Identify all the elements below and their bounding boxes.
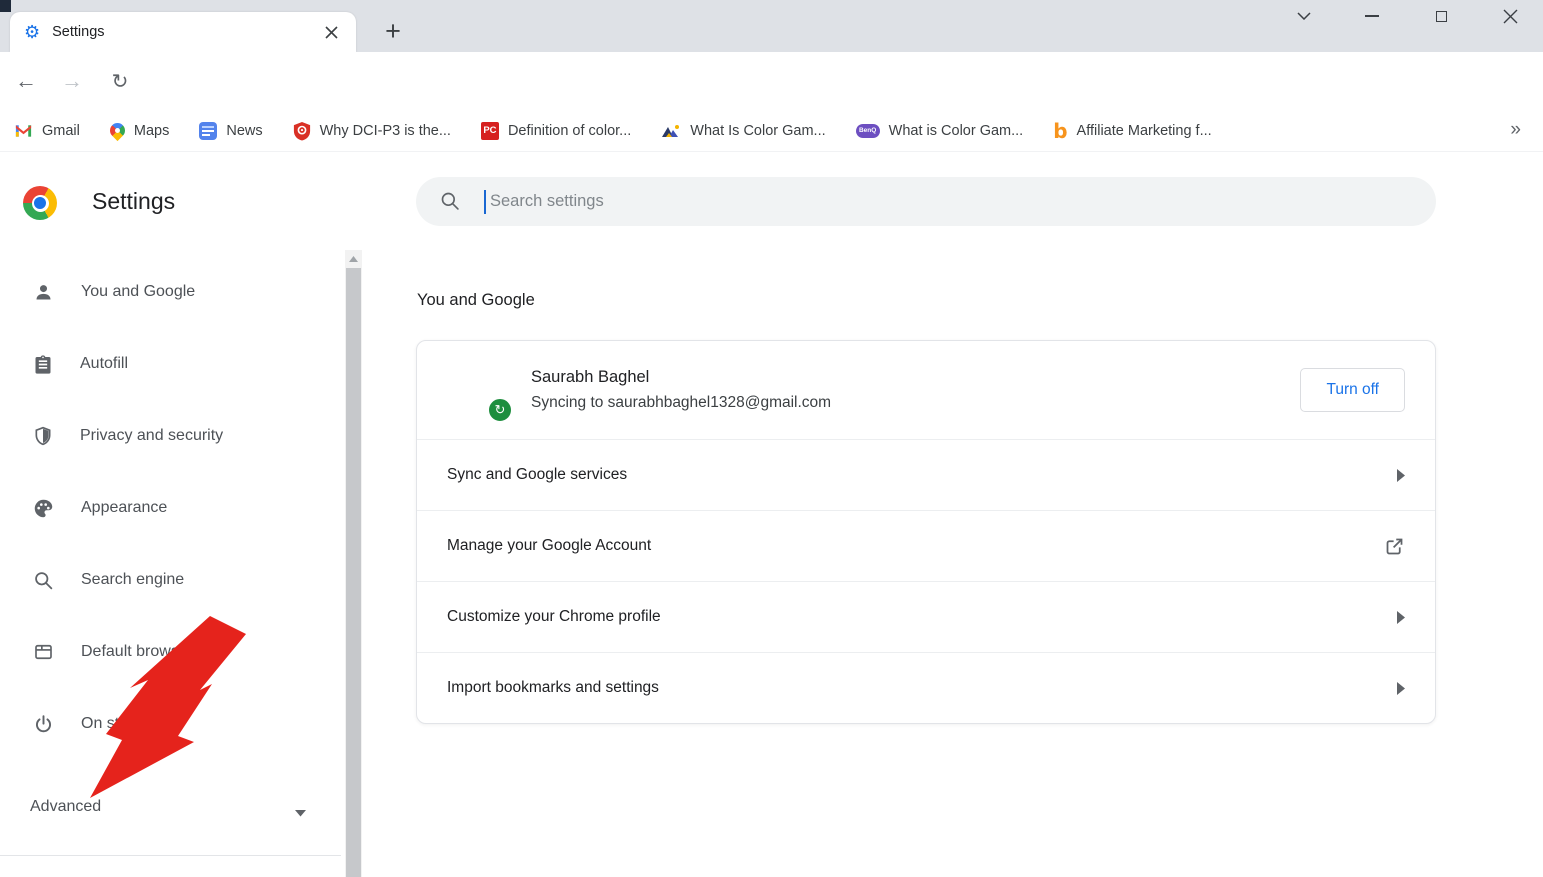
gear-icon: ⚙ bbox=[24, 23, 40, 41]
pc-icon: PC bbox=[481, 122, 499, 140]
tab-strip: ⚙ Settings + bbox=[0, 0, 1543, 52]
tab-settings[interactable]: ⚙ Settings bbox=[10, 12, 356, 52]
new-tab-button[interactable]: + bbox=[376, 14, 410, 48]
row-customize-chrome-profile[interactable]: Customize your Chrome profile bbox=[417, 581, 1435, 652]
reload-icon[interactable]: ↻ bbox=[102, 63, 138, 99]
settings-nav: You and Google Autofill Privacy and secu… bbox=[0, 256, 340, 760]
turn-off-button[interactable]: Turn off bbox=[1300, 368, 1405, 412]
red-shield-icon bbox=[293, 121, 311, 141]
section-title: You and Google bbox=[417, 291, 535, 310]
power-icon bbox=[33, 714, 54, 735]
page-title: Settings bbox=[92, 188, 175, 215]
sidebar-item-you-and-google[interactable]: You and Google bbox=[0, 256, 340, 328]
shield-icon bbox=[33, 425, 53, 447]
bookmark-maps[interactable]: Maps bbox=[110, 123, 169, 139]
tab-title: Settings bbox=[52, 24, 104, 40]
row-manage-google-account[interactable]: Manage your Google Account bbox=[417, 510, 1435, 581]
news-icon bbox=[199, 122, 217, 140]
sidebar-item-privacy-and-security[interactable]: Privacy and security bbox=[0, 400, 340, 472]
maps-pin-icon bbox=[107, 120, 128, 141]
bookmarks-overflow-chevron[interactable]: » bbox=[1510, 119, 1521, 141]
benq-icon: BenQ bbox=[856, 124, 880, 138]
mountains-icon bbox=[661, 123, 681, 139]
sidebar-item-default-browser[interactable]: Default browser bbox=[0, 616, 340, 688]
bookmark-gmail[interactable]: Gmail bbox=[14, 123, 80, 139]
you-and-google-card: ↻ Saurabh Baghel Syncing to saurabhbaghe… bbox=[416, 340, 1436, 724]
sync-badge-icon: ↻ bbox=[487, 397, 513, 423]
bookmark-what-is-color-gamut-1[interactable]: What Is Color Gam... bbox=[661, 123, 825, 139]
window-maximize-button[interactable] bbox=[1421, 2, 1461, 30]
bookmarks-bar: Gmail Maps News Why DCI-P3 is the... PC … bbox=[0, 110, 1543, 152]
sidebar-item-on-startup[interactable]: On startup bbox=[0, 688, 340, 760]
sidebar-item-advanced[interactable]: Advanced bbox=[0, 784, 340, 830]
sidebar-divider bbox=[0, 855, 341, 856]
sync-profile-row: ↻ Saurabh Baghel Syncing to saurabhbaghe… bbox=[417, 341, 1435, 439]
palette-icon bbox=[33, 498, 54, 519]
account-name: Saurabh Baghel bbox=[531, 368, 831, 387]
tab-close-icon[interactable] bbox=[320, 21, 342, 43]
bookmark-affiliate-marketing[interactable]: b Affiliate Marketing f... bbox=[1053, 121, 1211, 141]
window-close-button[interactable] bbox=[1490, 2, 1530, 30]
row-sync-and-google-services[interactable]: Sync and Google services bbox=[417, 439, 1435, 510]
sidebar-item-autofill[interactable]: Autofill bbox=[0, 328, 340, 400]
back-icon[interactable]: ← bbox=[8, 63, 44, 99]
window-corner bbox=[0, 0, 11, 12]
search-settings-input[interactable] bbox=[416, 177, 1436, 226]
account-avatar: ↻ bbox=[447, 359, 509, 421]
bookmark-dci-p3[interactable]: Why DCI-P3 is the... bbox=[293, 121, 451, 141]
person-icon bbox=[33, 282, 54, 303]
sync-status: Syncing to saurabhbaghel1328@gmail.com bbox=[531, 394, 831, 412]
external-link-icon bbox=[1384, 536, 1405, 557]
chevron-right-icon bbox=[1397, 469, 1405, 482]
browser-window-icon bbox=[33, 642, 54, 662]
chevron-down-icon bbox=[295, 804, 306, 822]
nav-scrollbar[interactable] bbox=[345, 250, 362, 877]
window-tab-search-icon[interactable] bbox=[1284, 2, 1324, 30]
bookmark-definition-of-color[interactable]: PC Definition of color... bbox=[481, 122, 631, 140]
scrollbar-up-icon[interactable] bbox=[345, 250, 362, 267]
chevron-right-icon bbox=[1397, 682, 1405, 695]
bookmark-what-is-color-gamut-2[interactable]: BenQ What is Color Gam... bbox=[856, 123, 1024, 139]
sidebar-item-appearance[interactable]: Appearance bbox=[0, 472, 340, 544]
bookmark-news[interactable]: News bbox=[199, 122, 262, 140]
search-icon bbox=[33, 570, 54, 591]
scrollbar-thumb[interactable] bbox=[346, 268, 361, 877]
chrome-logo bbox=[23, 186, 57, 220]
settings-page: Settings You and Google Autofill Privacy… bbox=[0, 152, 1543, 877]
chevron-right-icon bbox=[1397, 611, 1405, 624]
window-minimize-button[interactable] bbox=[1352, 2, 1392, 30]
clipboard-icon bbox=[33, 354, 53, 375]
row-import-bookmarks-settings[interactable]: Import bookmarks and settings bbox=[417, 652, 1435, 723]
sidebar-item-search-engine[interactable]: Search engine bbox=[0, 544, 340, 616]
gmail-icon bbox=[14, 123, 33, 138]
browser-toolbar: ← → ↻ Chrome chrome:// settings ☆ K bbox=[0, 52, 1543, 110]
settings-search[interactable] bbox=[416, 177, 1436, 226]
b-icon: b bbox=[1053, 121, 1067, 141]
forward-icon[interactable]: → bbox=[54, 63, 90, 99]
